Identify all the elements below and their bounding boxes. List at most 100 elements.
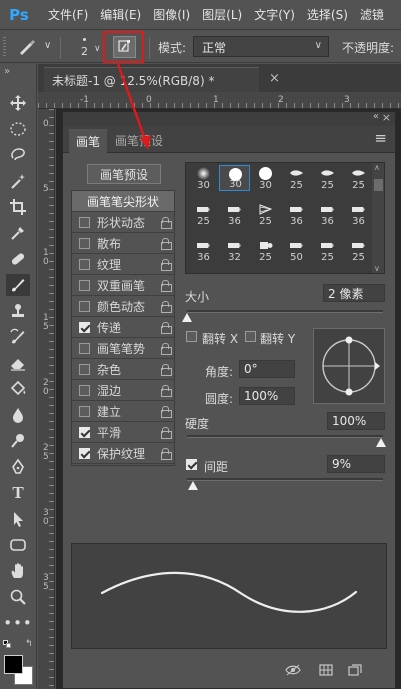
magic-wand-tool-icon[interactable]	[6, 170, 30, 192]
brush-tip-cell[interactable]: 30	[250, 165, 281, 191]
brush-setting-item[interactable]: 建立	[72, 401, 174, 422]
lock-icon[interactable]	[161, 322, 172, 334]
eyedropper-tool-icon[interactable]	[6, 222, 30, 244]
brush-setting-checkbox[interactable]	[79, 237, 90, 249]
brush-setting-checkbox[interactable]	[79, 216, 90, 228]
brush-tip-cell[interactable]: 25	[250, 201, 281, 227]
eraser-tool-icon[interactable]	[6, 352, 30, 374]
brush-presets-button[interactable]: 画笔预设	[87, 164, 161, 184]
brush-preset-dropdown-arrow[interactable]: ∨	[44, 40, 51, 51]
pen-tool-icon[interactable]	[6, 456, 30, 478]
path-selection-tool-icon[interactable]	[6, 508, 30, 530]
panel-menu-icon[interactable]: ≡	[374, 129, 387, 147]
menu-filter[interactable]: 滤镜	[360, 6, 384, 23]
lock-icon[interactable]	[161, 238, 172, 250]
size-slider[interactable]	[187, 310, 383, 313]
menu-image[interactable]: 图像(I)	[153, 6, 190, 23]
paint-bucket-tool-icon[interactable]	[6, 378, 30, 400]
document-tab[interactable]: 未标题-1 @ 12.5%(RGB/8) *	[44, 67, 259, 92]
marquee-tool-icon[interactable]	[6, 118, 30, 140]
brush-tip-cell[interactable]: 25	[250, 237, 281, 263]
brush-setting-item[interactable]: 平滑	[72, 422, 174, 443]
brush-setting-item[interactable]: 散布	[72, 233, 174, 254]
hand-tool-icon[interactable]	[6, 560, 30, 582]
brush-tip-cell[interactable]: 25	[343, 165, 374, 191]
clone-stamp-tool-icon[interactable]	[6, 300, 30, 322]
swap-colors-icon[interactable]: ↰	[25, 639, 33, 649]
brush-setting-item[interactable]: 纹理	[72, 254, 174, 275]
tab-brush-presets[interactable]: 画笔预设	[115, 132, 163, 149]
dodge-tool-icon[interactable]	[6, 430, 30, 452]
foreground-color-swatch[interactable]	[4, 655, 23, 674]
flip-x-checkbox[interactable]	[186, 331, 197, 342]
new-brush-icon[interactable]	[348, 664, 362, 676]
brush-tip-cell[interactable]: 36	[188, 237, 219, 263]
lasso-tool-icon[interactable]	[6, 144, 30, 166]
brush-setting-checkbox[interactable]	[79, 258, 90, 270]
menu-file[interactable]: 文件(F)	[48, 6, 88, 23]
lock-icon[interactable]	[161, 448, 172, 460]
brush-setting-checkbox[interactable]	[79, 321, 90, 333]
spacing-slider-knob[interactable]	[188, 481, 198, 490]
spacing-slider[interactable]	[187, 478, 383, 481]
move-tool-icon[interactable]	[6, 92, 30, 114]
lock-icon[interactable]	[161, 385, 172, 397]
menu-layer[interactable]: 图层(L)	[202, 6, 242, 23]
spacing-checkbox[interactable]	[186, 459, 197, 470]
brush-setting-item[interactable]: 画笔笔势	[72, 338, 174, 359]
brush-setting-checkbox[interactable]	[79, 426, 90, 438]
brush-tip-cell[interactable]: 30	[219, 165, 250, 191]
menu-select[interactable]: 选择(S)	[307, 6, 348, 23]
brush-tip-cell[interactable]: 30	[188, 165, 219, 191]
lock-icon[interactable]	[161, 301, 172, 313]
scroll-down-icon[interactable]: ∨	[374, 264, 380, 273]
scroll-up-icon[interactable]: ∧	[374, 163, 380, 172]
brush-tip-cell[interactable]: 32	[219, 237, 250, 263]
brush-setting-item[interactable]: 湿边	[72, 380, 174, 401]
eye-toggle-icon[interactable]	[285, 664, 301, 676]
close-icon[interactable]: ×	[382, 111, 391, 124]
size-slider-knob[interactable]	[182, 313, 192, 322]
brush-setting-checkbox[interactable]	[79, 384, 90, 396]
scrollbar-thumb[interactable]	[374, 179, 383, 191]
brush-picker-button[interactable]: 2 ∨	[72, 35, 101, 61]
lock-icon[interactable]	[161, 259, 172, 271]
brush-setting-checkbox[interactable]	[79, 300, 90, 312]
more-tools-icon[interactable]: •••	[3, 612, 32, 634]
brush-tool-icon[interactable]	[6, 274, 30, 296]
panel-title-bar[interactable]: « ×	[63, 111, 395, 126]
grid-icon[interactable]	[319, 664, 333, 676]
close-icon[interactable]: ×	[269, 71, 280, 86]
roundness-input[interactable]: 100%	[239, 387, 295, 405]
brush-tip-cell[interactable]: 36	[312, 201, 343, 227]
crop-tool-icon[interactable]	[6, 196, 30, 218]
default-colors-icon[interactable]	[3, 640, 11, 648]
healing-brush-tool-icon[interactable]	[6, 248, 30, 270]
spacing-input[interactable]: 9%	[327, 455, 385, 473]
brush-tip-cell[interactable]: 25	[343, 237, 374, 263]
lock-icon[interactable]	[161, 364, 172, 376]
brush-setting-item[interactable]: 形状动态	[72, 212, 174, 233]
brush-tip-cell[interactable]: 25	[281, 165, 312, 191]
menu-edit[interactable]: 编辑(E)	[100, 6, 141, 23]
flip-y-checkbox[interactable]	[245, 331, 256, 342]
hardness-slider-knob[interactable]	[376, 438, 386, 447]
brush-tip-cell[interactable]: 36	[281, 201, 312, 227]
angle-input[interactable]: 0°	[239, 360, 295, 378]
hardness-slider[interactable]	[187, 435, 383, 438]
blur-tool-icon[interactable]	[6, 404, 30, 426]
brush-setting-checkbox[interactable]	[79, 363, 90, 375]
brush-tip-shape-item[interactable]: 画笔笔尖形状	[72, 191, 174, 212]
lock-icon[interactable]	[161, 217, 172, 229]
collapse-icon[interactable]: «	[373, 111, 379, 122]
size-input[interactable]: 2 像素	[323, 284, 385, 302]
brush-setting-checkbox[interactable]	[79, 279, 90, 291]
brush-setting-item[interactable]: 传递	[72, 317, 174, 338]
brush-angle-roundness-widget[interactable]	[313, 328, 385, 404]
brush-setting-checkbox[interactable]	[79, 447, 90, 459]
lock-icon[interactable]	[161, 406, 172, 418]
brush-tip-cell[interactable]: 36	[343, 201, 374, 227]
zoom-tool-icon[interactable]	[6, 586, 30, 608]
brush-setting-checkbox[interactable]	[79, 342, 90, 354]
brush-tip-cell[interactable]: 25	[312, 165, 343, 191]
